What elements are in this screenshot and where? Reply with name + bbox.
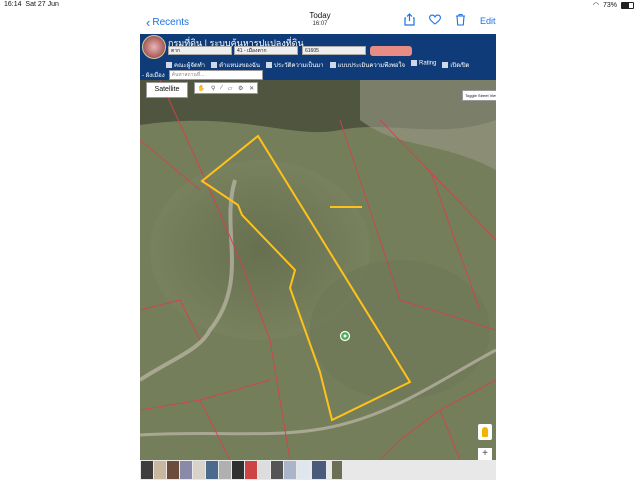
back-button[interactable]: ‹ Recents — [146, 15, 189, 30]
satellite-map[interactable] — [140, 80, 496, 460]
province-select[interactable]: ตาก — [168, 46, 232, 55]
street-view-toggle[interactable]: Toggle Street View — [462, 90, 496, 101]
satellite-toggle-button[interactable]: Satellite — [146, 82, 188, 98]
chevron-left-icon: ‹ — [146, 15, 151, 30]
menu-item-toggle[interactable]: เปิด/ปิด — [442, 60, 469, 70]
thumbnail[interactable] — [245, 461, 257, 479]
photo-time-subtitle: 16:07 — [312, 21, 328, 27]
hand-tool-icon[interactable]: ✋ — [198, 85, 205, 92]
place-search-input[interactable]: ค้นหาสถานที่... — [168, 70, 263, 80]
screenshot-photo: กรมที่ดิน | ระบบค้นหารูปแปลงที่ดิน ตาก 4… — [140, 34, 496, 460]
land-department-logo — [142, 35, 166, 59]
edit-button[interactable]: Edit — [480, 16, 496, 26]
menu-item-survey[interactable]: แบบประเมินความพึงพอใจ — [329, 60, 405, 70]
settings-tool-icon[interactable]: ⚙ — [238, 85, 243, 92]
back-label: Recents — [152, 17, 190, 28]
survey-icon — [329, 62, 336, 69]
team-icon — [166, 62, 172, 69]
website-header: กรมที่ดิน | ระบบค้นหารูปแปลงที่ดิน ตาก 4… — [140, 34, 496, 80]
thumbnail[interactable] — [258, 461, 270, 479]
photos-nav-bar: ‹ Recents Today 16:07 Edit — [0, 10, 640, 34]
site-menu: คณะผู้จัดทำ ตำแหน่งของฉัน ประวัติความเป็… — [140, 58, 496, 80]
location-icon — [211, 62, 218, 69]
toggle-icon — [442, 62, 449, 69]
photo-title: Today 16:07 — [300, 11, 340, 27]
nav-actions: Edit — [404, 13, 496, 29]
menu-item-team[interactable]: คณะผู้จัดทำ — [166, 60, 205, 70]
thumbnail-current[interactable] — [332, 461, 342, 479]
history-icon — [266, 62, 273, 69]
thumbnail[interactable] — [193, 461, 205, 479]
parcel-marker-icon[interactable] — [339, 330, 351, 342]
map-drawing-toolbar: ✋ ⚲ ∕ ▱ ⚙ ✕ — [194, 82, 258, 94]
photo-date-title: Today — [309, 11, 331, 20]
rating-icon — [410, 60, 417, 66]
polygon-tool-icon[interactable]: ▱ — [228, 85, 233, 92]
share-icon[interactable] — [404, 13, 415, 29]
menu-item-rating[interactable]: Rating — [410, 60, 436, 70]
search-button[interactable] — [370, 46, 412, 56]
district-select[interactable]: 41 - เมืองตาก — [234, 46, 298, 55]
thumbnail[interactable] — [297, 461, 309, 479]
thumbnail[interactable] — [219, 461, 231, 479]
pegman-icon[interactable] — [478, 424, 492, 440]
status-right: ◠ 73% — [593, 1, 634, 9]
menu-item-my-location[interactable]: ตำแหน่งของฉัน — [211, 60, 260, 70]
thumbnail[interactable] — [271, 461, 283, 479]
battery-icon — [621, 1, 634, 9]
thumbnail[interactable] — [284, 461, 296, 479]
battery-percent: 73% — [602, 1, 617, 9]
photo-thumbnail-strip — [140, 460, 496, 480]
thumbnail[interactable] — [312, 461, 326, 479]
thumbnail[interactable] — [141, 461, 153, 479]
line-tool-icon[interactable]: ∕ — [221, 85, 222, 91]
parcel-number-input[interactable]: 61605 — [302, 46, 366, 55]
zoom-in-button[interactable]: + — [478, 448, 492, 460]
thumbnail[interactable] — [180, 461, 192, 479]
menu-item-history[interactable]: ประวัติความเป็นมา — [266, 60, 324, 70]
trash-icon[interactable] — [455, 13, 466, 29]
menu-item-city-plan[interactable]: - ผังเมือง — [142, 70, 165, 80]
ios-status-bar: 16:14 Sat 27 Jun ◠ 73% — [0, 0, 640, 10]
status-time-date: 16:14 Sat 27 Jun — [4, 1, 59, 8]
thumbnail[interactable] — [167, 461, 179, 479]
thumbnail[interactable] — [154, 461, 166, 479]
clear-tool-icon[interactable]: ✕ — [249, 85, 254, 92]
wifi-icon: ◠ — [592, 2, 599, 9]
heart-icon[interactable] — [429, 14, 441, 28]
marker-tool-icon[interactable]: ⚲ — [211, 85, 215, 92]
thumbnail[interactable] — [206, 461, 218, 479]
thumbnail[interactable] — [232, 461, 244, 479]
